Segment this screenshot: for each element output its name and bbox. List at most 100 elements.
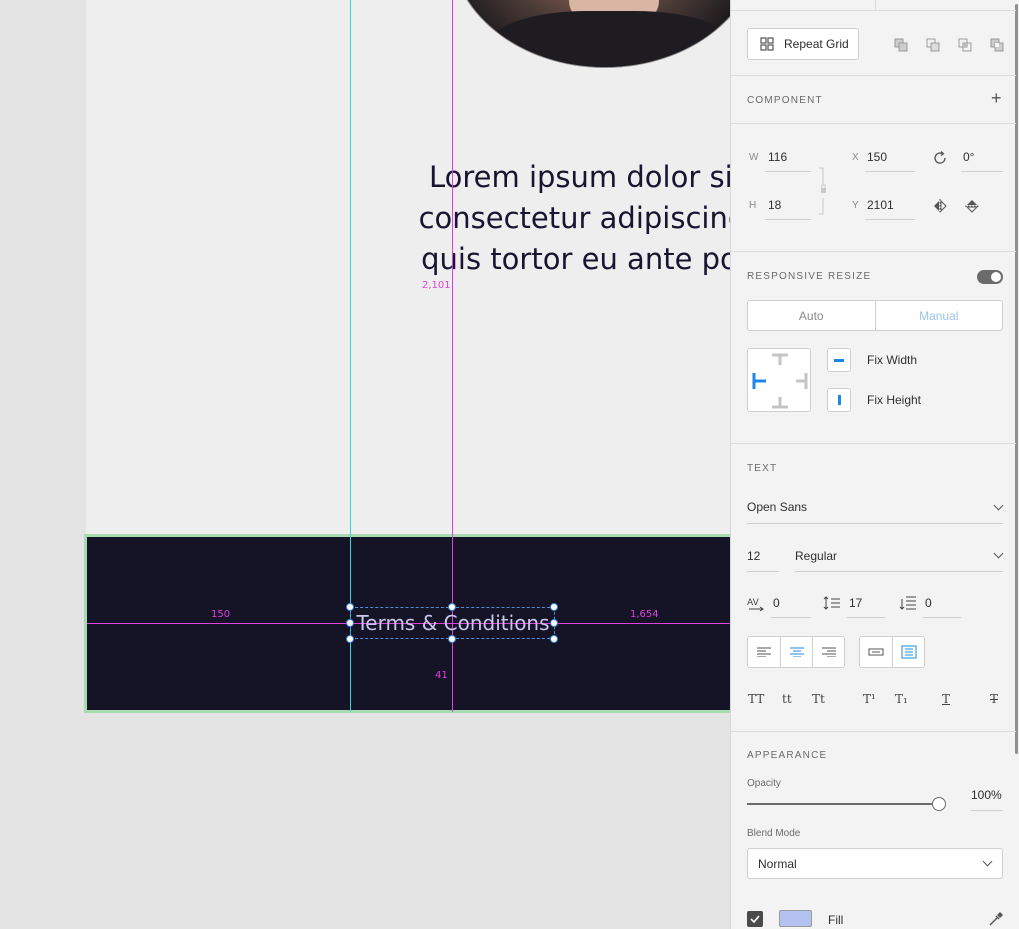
width-underline bbox=[765, 171, 811, 172]
design-canvas[interactable]: Lorem ipsum dolor sit a consectetur adip… bbox=[0, 0, 730, 929]
align-center-button[interactable] bbox=[780, 637, 812, 667]
resize-handle-t[interactable] bbox=[448, 603, 456, 611]
para-spacing-value[interactable]: 0 bbox=[925, 596, 932, 610]
resize-handle-bl[interactable] bbox=[346, 635, 354, 643]
auto-width-button[interactable] bbox=[860, 637, 892, 667]
paragraph-spacing-icon bbox=[899, 596, 916, 610]
resize-handle-br[interactable] bbox=[550, 635, 558, 643]
repeat-grid-icon bbox=[760, 37, 774, 51]
fix-height-checkbox[interactable] bbox=[827, 388, 851, 412]
opacity-underline bbox=[971, 810, 1003, 811]
align-left-button[interactable] bbox=[748, 637, 780, 667]
fix-width-label: Fix Width bbox=[867, 353, 918, 367]
titlecase-button[interactable]: Tt bbox=[812, 692, 825, 706]
terms-conditions-text[interactable]: Terms & Conditions bbox=[352, 609, 554, 637]
width-label: W bbox=[749, 152, 759, 163]
headline-line-2: consectetur adipiscing el bbox=[418, 201, 730, 235]
auto-option[interactable]: Auto bbox=[748, 301, 875, 330]
blend-mode-chevron-icon bbox=[982, 856, 993, 867]
top-tabs-strip bbox=[731, 0, 1016, 11]
font-size-input[interactable]: 12 bbox=[747, 549, 760, 563]
x-underline bbox=[865, 171, 915, 172]
headline-line-3: quis tortor eu ante porta bbox=[421, 242, 730, 276]
boolean-exclude-icon[interactable] bbox=[989, 37, 1005, 53]
responsive-title: RESPONSIVE RESIZE bbox=[747, 271, 872, 282]
fix-width-icon bbox=[834, 358, 844, 362]
font-weight-underline bbox=[795, 571, 1003, 572]
resize-handle-b[interactable] bbox=[448, 635, 456, 643]
fix-width-checkbox[interactable] bbox=[827, 348, 851, 372]
superscript-button[interactable]: T¹ bbox=[863, 692, 876, 706]
boolean-add-icon[interactable] bbox=[893, 37, 909, 53]
height-label: H bbox=[749, 200, 757, 211]
rotation-underline bbox=[961, 171, 1003, 172]
fix-height-label: Fix Height bbox=[867, 393, 922, 407]
resize-handle-tl[interactable] bbox=[346, 603, 354, 611]
repeat-grid-button[interactable]: Repeat Grid bbox=[747, 28, 859, 60]
align-right-button[interactable] bbox=[812, 637, 844, 667]
checkmark-icon bbox=[750, 915, 760, 923]
headline-line-1: Lorem ipsum dolor sit a bbox=[428, 160, 730, 194]
boolean-subtract-icon[interactable] bbox=[925, 37, 941, 53]
component-add-button[interactable]: + bbox=[991, 88, 1002, 109]
constraints-widget[interactable] bbox=[747, 348, 811, 412]
tab-divider bbox=[875, 0, 876, 11]
y-label: Y bbox=[852, 200, 859, 211]
underline-button[interactable]: T bbox=[942, 692, 950, 706]
toggle-knob bbox=[991, 272, 1001, 282]
measure-right: 1,654 bbox=[630, 609, 659, 620]
text-title: TEXT bbox=[747, 463, 778, 474]
transform-section: W 116 H 18 X 150 Y 2101 0° bbox=[731, 123, 1016, 251]
height-underline bbox=[765, 219, 811, 220]
strikethrough-button[interactable]: T bbox=[990, 692, 998, 706]
responsive-section: RESPONSIVE RESIZE bbox=[731, 251, 1016, 443]
appearance-title: APPEARANCE bbox=[747, 750, 828, 761]
align-left-icon bbox=[757, 647, 771, 657]
resize-mode-segmented: Auto Manual bbox=[747, 300, 1003, 331]
repeat-grid-label: Repeat Grid bbox=[784, 37, 849, 51]
measure-left: 150 bbox=[211, 609, 231, 620]
resize-handle-r[interactable] bbox=[550, 619, 558, 627]
eyedropper-icon[interactable] bbox=[988, 911, 1004, 927]
fixed-size-button[interactable] bbox=[892, 637, 924, 667]
flip-horizontal-icon[interactable] bbox=[932, 199, 948, 213]
height-value[interactable]: 18 bbox=[768, 198, 781, 212]
align-center-icon bbox=[789, 647, 804, 657]
fill-color-swatch[interactable] bbox=[779, 910, 812, 927]
boolean-intersect-icon[interactable] bbox=[957, 37, 973, 53]
opacity-value[interactable]: 100% bbox=[971, 788, 1002, 802]
y-value[interactable]: 2101 bbox=[867, 198, 894, 212]
flip-vertical-icon[interactable] bbox=[965, 198, 979, 214]
font-family-dropdown[interactable]: Open Sans bbox=[747, 500, 807, 514]
lowercase-button[interactable]: tt bbox=[782, 692, 792, 706]
opacity-slider-track[interactable] bbox=[747, 803, 939, 805]
pin-constraints-icon bbox=[752, 353, 808, 409]
fill-checkbox[interactable] bbox=[747, 911, 763, 927]
manual-option[interactable]: Manual bbox=[874, 301, 1003, 330]
headline-text[interactable]: Lorem ipsum dolor sit a consectetur adip… bbox=[340, 157, 730, 280]
opacity-slider-knob[interactable] bbox=[932, 797, 946, 811]
opacity-label: Opacity bbox=[747, 778, 781, 789]
x-value[interactable]: 150 bbox=[867, 150, 887, 164]
font-weight-dropdown[interactable]: Regular bbox=[795, 549, 837, 563]
fixed-size-icon bbox=[901, 645, 916, 659]
font-size-underline bbox=[747, 571, 779, 572]
shirt bbox=[491, 11, 730, 67]
line-spacing-value[interactable]: 17 bbox=[849, 596, 862, 610]
char-spacing-value[interactable]: 0 bbox=[773, 596, 780, 610]
font-family-underline bbox=[747, 523, 1003, 524]
component-section: COMPONENT + bbox=[731, 75, 1016, 123]
responsive-toggle[interactable] bbox=[977, 270, 1003, 284]
subscript-button[interactable]: T₁ bbox=[895, 692, 908, 706]
resize-handle-tr[interactable] bbox=[550, 603, 558, 611]
blend-mode-label: Blend Mode bbox=[747, 828, 801, 839]
resize-handle-l[interactable] bbox=[346, 619, 354, 627]
width-value[interactable]: 116 bbox=[768, 150, 787, 164]
lock-aspect-icon[interactable] bbox=[817, 166, 829, 216]
line-spacing-underline bbox=[847, 617, 885, 618]
rotation-value[interactable]: 0° bbox=[963, 150, 974, 164]
blend-mode-select[interactable]: Normal bbox=[747, 848, 1003, 879]
fix-height-icon bbox=[837, 395, 841, 405]
uppercase-button[interactable]: TT bbox=[748, 692, 764, 706]
measure-top: 2,101 bbox=[422, 280, 451, 291]
